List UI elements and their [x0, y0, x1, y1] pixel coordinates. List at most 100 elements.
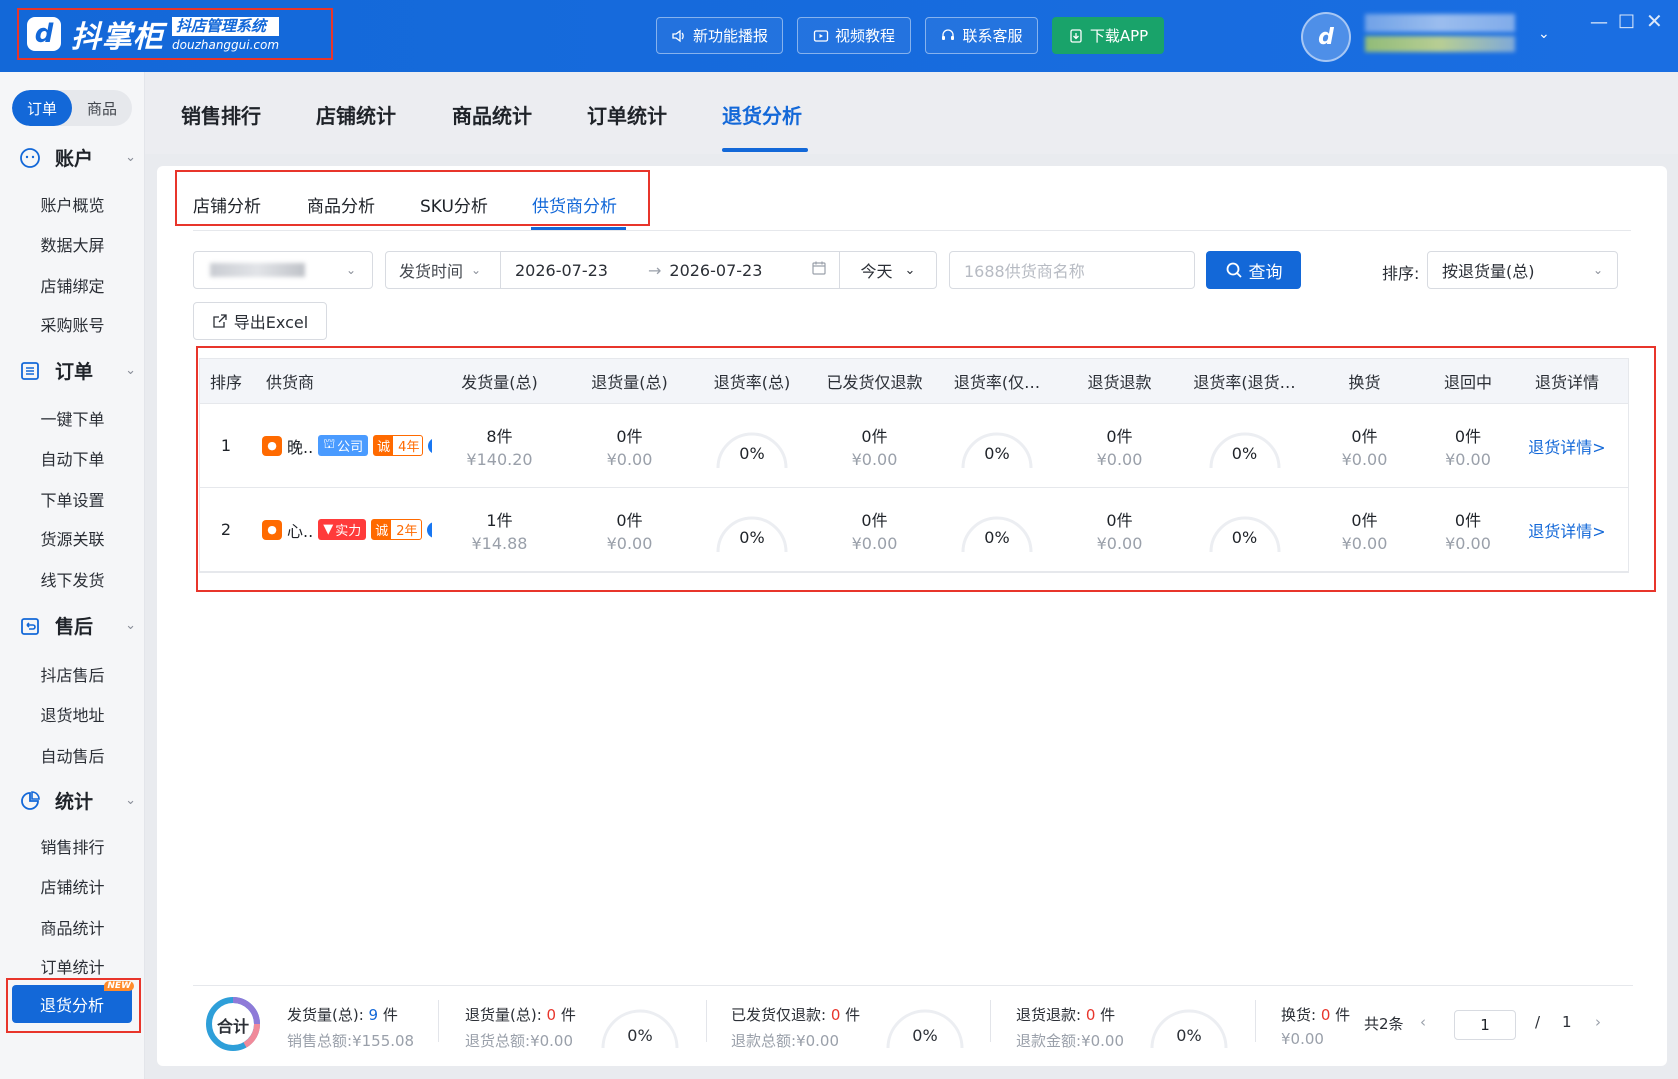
mode-products[interactable]: 商品	[72, 90, 132, 126]
minimize-icon[interactable]: —	[1590, 12, 1608, 33]
summary-rate-gauge: 0%	[595, 1000, 685, 1050]
value: ¥0.00	[796, 1032, 840, 1050]
chevron-down-icon[interactable]: ⌄	[1538, 26, 1550, 42]
label: 销售总额:	[287, 1032, 353, 1050]
highlight-frame	[6, 978, 141, 1033]
label: 发货量(总):	[287, 1006, 364, 1024]
logo-mark-icon: d	[27, 17, 61, 51]
sidebar-item-auto-aftersales[interactable]: 自动售后	[0, 743, 145, 767]
rate-value: 0%	[627, 1026, 653, 1045]
whats-new-button[interactable]: 新功能播报	[656, 17, 783, 54]
close-icon[interactable]: ✕	[1646, 9, 1663, 33]
value: 0	[1085, 1006, 1096, 1024]
sidebar-item-purchase-account[interactable]: 采购账号	[0, 312, 145, 336]
brand-tagline: 抖店管理系统	[172, 17, 280, 36]
sidebar-group-orders[interactable]: 订单 ⌄	[18, 357, 136, 384]
unit: 件	[560, 1006, 576, 1024]
sidebar-item-product-stats[interactable]: 商品统计	[0, 915, 145, 939]
top-tab-bar: 销售排行 店铺统计 商品统计 订单统计 退货分析	[145, 72, 1678, 154]
sidebar-item-shop-stats[interactable]: 店铺统计	[0, 874, 145, 898]
sidebar-item-one-click-order[interactable]: 一键下单	[0, 406, 145, 430]
label: 已发货仅退款:	[731, 1006, 827, 1024]
sidebar-group-statistics[interactable]: 统计 ⌄	[18, 787, 136, 814]
supplier-name-input[interactable]: 1688供货商名称	[949, 251, 1195, 289]
sidebar-item-auto-order[interactable]: 自动下单	[0, 446, 145, 470]
download-icon	[1070, 28, 1082, 43]
sidebar-group-account[interactable]: 账户 ⌄	[18, 144, 136, 171]
chevron-down-icon: ⌄	[904, 262, 916, 278]
user-avatar[interactable]: d	[1301, 12, 1351, 62]
summary-returned: 退货量(总): 0 件 退货总额:¥0.00	[465, 1004, 576, 1051]
tab-shop-stats[interactable]: 店铺统计	[316, 100, 396, 129]
quick-range-select[interactable]: 今天 ⌄	[839, 252, 936, 288]
value: 9	[368, 1006, 379, 1024]
sidebar-item-order-stats[interactable]: 订单统计	[0, 954, 145, 978]
value: 0	[830, 1006, 841, 1024]
sidebar-group-aftersales[interactable]: 售后 ⌄	[18, 612, 136, 639]
label: 退款金额:	[1016, 1032, 1082, 1050]
contact-support-label: 联系客服	[962, 27, 1023, 45]
video-icon	[813, 29, 829, 42]
export-label: 导出Excel	[233, 313, 309, 332]
headset-icon	[942, 28, 955, 40]
sidebar-item-offline-ship[interactable]: 线下发货	[0, 567, 145, 591]
value: ¥0.00	[530, 1032, 574, 1050]
sidebar-item-shop-aftersales[interactable]: 抖店售后	[0, 662, 145, 686]
summary-shipped: 发货量(总): 9 件 销售总额:¥155.08	[287, 1004, 414, 1051]
divider	[706, 1000, 707, 1042]
unit: 件	[845, 1006, 861, 1024]
export-excel-button[interactable]: 导出Excel	[193, 302, 327, 340]
chevron-down-icon: ⌄	[125, 363, 136, 378]
chevron-down-icon: ⌄	[471, 263, 482, 277]
total-label: 合计	[216, 1017, 249, 1036]
query-label: 查询	[1248, 262, 1283, 283]
sidebar-item-return-address[interactable]: 退货地址	[0, 702, 145, 726]
date-range-input[interactable]: 2026-07-23 → 2026-07-23	[501, 252, 839, 288]
whats-new-label: 新功能播报	[692, 27, 768, 45]
date-type-select[interactable]: 发货时间 ⌄	[386, 252, 501, 288]
summary-rate-gauge: 0%	[880, 1000, 970, 1050]
tab-return-analysis[interactable]: 退货分析	[722, 100, 802, 129]
order-list-icon	[18, 359, 42, 383]
video-tutorial-label: 视频教程	[834, 27, 895, 45]
summary-exchange: 换货: 0 件 ¥0.00	[1281, 1004, 1350, 1048]
sidebar-item-data-screen[interactable]: 数据大屏	[0, 232, 145, 256]
prev-page-icon[interactable]: ‹	[1420, 1013, 1426, 1031]
sidebar-item-source-link[interactable]: 货源关联	[0, 526, 145, 550]
summary-refund-only: 已发货仅退款: 0 件 退款总额:¥0.00	[731, 1004, 860, 1051]
page-value: 1	[1480, 1016, 1490, 1034]
download-app-button[interactable]: 下载APP	[1052, 17, 1164, 54]
account-info-blurred	[1365, 36, 1515, 52]
value: 0	[1320, 1006, 1331, 1024]
sidebar-item-shop-binding[interactable]: 店铺绑定	[0, 273, 145, 297]
tab-sales-rank[interactable]: 销售排行	[181, 100, 261, 129]
maximize-icon[interactable]: □	[1618, 10, 1635, 31]
next-page-icon[interactable]: ›	[1595, 1013, 1601, 1031]
value: ¥0.00	[1081, 1032, 1125, 1050]
sidebar-item-sales-rank[interactable]: 销售排行	[0, 834, 145, 858]
tab-order-stats[interactable]: 订单统计	[587, 100, 667, 129]
mode-orders[interactable]: 订单	[12, 90, 72, 126]
group-label: 统计	[55, 791, 94, 813]
divider	[438, 1000, 439, 1042]
rate-value: 0%	[912, 1026, 938, 1045]
label: 退货退款:	[1016, 1006, 1082, 1024]
video-tutorial-button[interactable]: 视频教程	[797, 17, 911, 54]
page-input[interactable]: 1	[1454, 1010, 1516, 1040]
shop-name-blurred	[210, 263, 305, 277]
sidebar-item-account-overview[interactable]: 账户概览	[0, 192, 145, 216]
highlight-frame	[196, 346, 1656, 592]
chevron-down-icon: ⌄	[1592, 263, 1603, 277]
arrow-right-icon: →	[647, 260, 662, 280]
tab-product-stats[interactable]: 商品统计	[452, 100, 532, 129]
shop-select[interactable]: ⌄	[193, 251, 373, 289]
pie-chart-icon	[18, 789, 42, 813]
quick-range-label: 今天	[860, 262, 893, 281]
query-button[interactable]: 查询	[1206, 251, 1301, 289]
contact-support-button[interactable]: 联系客服	[925, 17, 1038, 54]
sidebar-item-order-settings[interactable]: 下单设置	[0, 487, 145, 511]
chevron-down-icon: ⌄	[125, 793, 136, 808]
supplier-placeholder: 1688供货商名称	[964, 262, 1085, 281]
brand-name: 抖掌柜	[71, 20, 164, 55]
sort-select[interactable]: 按退货量(总) ⌄	[1427, 251, 1618, 289]
